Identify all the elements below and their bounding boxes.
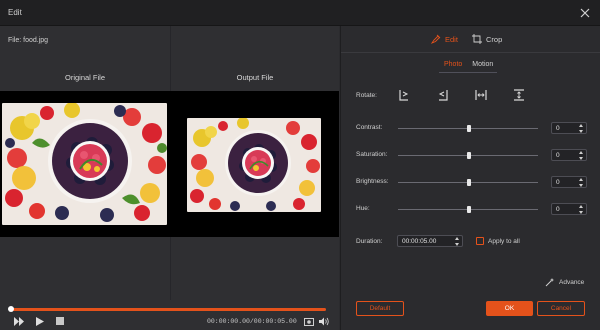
- spin-arrows-icon[interactable]: [454, 237, 460, 246]
- skip-icon[interactable]: [14, 317, 24, 328]
- spin-arrows-icon[interactable]: [578, 178, 584, 187]
- contrast-slider[interactable]: [398, 125, 538, 132]
- flip-horizontal-icon[interactable]: [474, 88, 488, 102]
- original-image: [2, 103, 167, 225]
- duration-field[interactable]: 00:00:05.00: [397, 235, 463, 247]
- brightness-label: Brightness:: [356, 178, 389, 185]
- volume-icon[interactable]: [319, 317, 329, 328]
- snapshot-icon[interactable]: [304, 317, 314, 328]
- tab-edit-label: Edit: [445, 34, 458, 44]
- edit-icon: [431, 34, 441, 44]
- top-tabs: Edit Crop: [341, 26, 600, 52]
- contrast-spinbox[interactable]: 0: [551, 122, 587, 134]
- crop-icon: [472, 34, 482, 44]
- adjust-panel: Edit Crop Photo Motion Rotate: Contrast:…: [340, 26, 600, 330]
- saturation-slider[interactable]: [398, 152, 538, 159]
- brightness-slider[interactable]: [398, 179, 538, 186]
- output-file-title: Output File: [236, 73, 274, 82]
- spin-arrows-icon[interactable]: [578, 151, 584, 160]
- rotate-label: Rotate:: [356, 92, 377, 99]
- spin-arrows-icon[interactable]: [578, 124, 584, 133]
- contrast-slider-handle[interactable]: [467, 125, 471, 132]
- tab-photo[interactable]: Photo: [439, 59, 468, 73]
- advance-label: Advance: [559, 278, 585, 286]
- subtab-underline: [439, 72, 497, 73]
- brightness-value: 0: [556, 179, 560, 186]
- saturation-value: 0: [556, 152, 560, 159]
- tab-crop-label: Crop: [486, 34, 503, 44]
- playback-progress[interactable]: [8, 306, 326, 312]
- duration-label: Duration:: [356, 238, 383, 245]
- hue-spinbox[interactable]: 0: [551, 203, 587, 215]
- advance-button[interactable]: Advance: [545, 277, 584, 287]
- flip-vertical-icon[interactable]: [512, 88, 526, 102]
- tab-edit[interactable]: Edit: [431, 34, 458, 44]
- ok-button[interactable]: OK: [486, 301, 533, 316]
- contrast-value: 0: [556, 125, 560, 132]
- time-readout: 00:00:00.00/00:00:05.00: [207, 318, 297, 325]
- tab-crop[interactable]: Crop: [472, 34, 502, 44]
- sub-tabs: Photo Motion: [439, 59, 498, 73]
- stop-icon[interactable]: [56, 317, 64, 327]
- title-bar: Edit: [0, 0, 600, 26]
- tab-divider: [341, 52, 600, 53]
- rotate-right-icon[interactable]: [397, 88, 411, 102]
- video-area: [0, 91, 339, 237]
- hue-slider[interactable]: [398, 206, 538, 213]
- apply-to-all-checkbox[interactable]: Apply to all: [476, 237, 520, 245]
- contrast-label: Contrast:: [356, 124, 383, 131]
- play-icon[interactable]: [36, 317, 44, 328]
- saturation-spinbox[interactable]: 0: [551, 149, 587, 161]
- hue-value: 0: [556, 206, 560, 213]
- preview-panel: File: food.jpg Original File Output File: [0, 26, 339, 330]
- magic-wand-icon: [545, 278, 554, 287]
- default-button[interactable]: Default: [356, 301, 404, 316]
- checkbox-box[interactable]: [476, 237, 484, 245]
- duration-value: 00:00:05.00: [402, 238, 437, 245]
- hue-slider-handle[interactable]: [467, 206, 471, 213]
- saturation-label: Saturation:: [356, 151, 388, 158]
- window-title: Edit: [8, 8, 22, 17]
- output-image: [187, 118, 321, 212]
- saturation-slider-handle[interactable]: [467, 152, 471, 159]
- brightness-spinbox[interactable]: 0: [551, 176, 587, 188]
- tab-motion[interactable]: Motion: [467, 59, 498, 73]
- close-icon[interactable]: [578, 6, 592, 20]
- file-name-label: File: food.jpg: [8, 37, 49, 44]
- spin-arrows-icon[interactable]: [578, 205, 584, 214]
- progress-handle[interactable]: [8, 306, 14, 312]
- rotate-left-icon[interactable]: [436, 88, 450, 102]
- cancel-button[interactable]: Cancel: [537, 301, 585, 316]
- apply-to-all-label: Apply to all: [488, 237, 520, 245]
- original-file-title: Original File: [64, 73, 105, 82]
- brightness-slider-handle[interactable]: [467, 179, 471, 186]
- hue-label: Hue:: [356, 205, 370, 212]
